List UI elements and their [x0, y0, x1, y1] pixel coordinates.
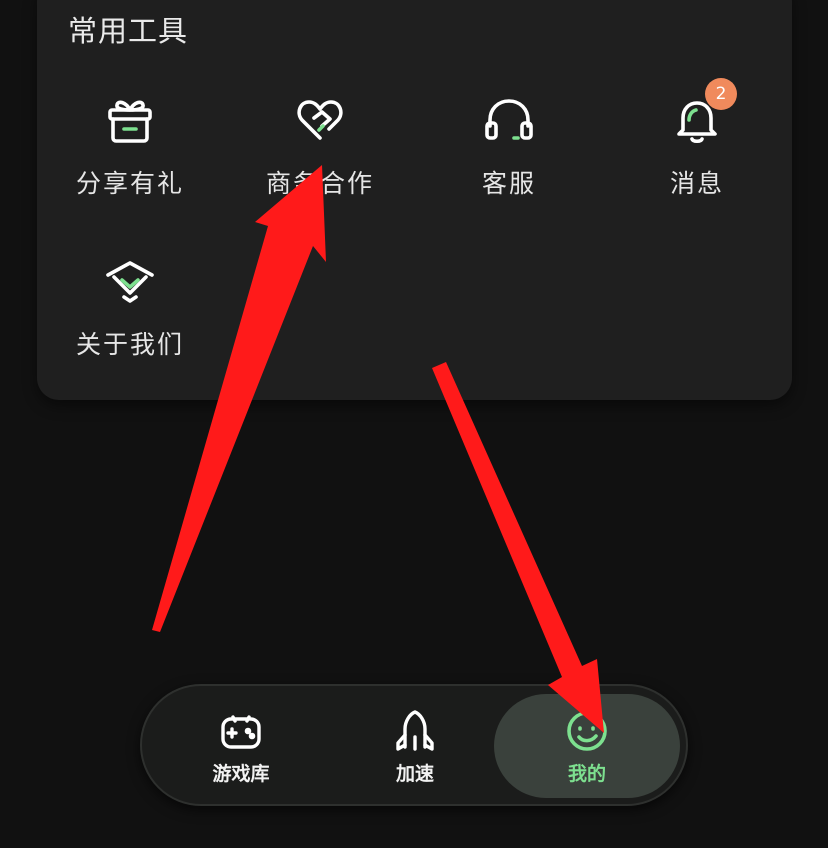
arrow-to-mine-tab: [432, 362, 604, 733]
unread-badge: 2: [705, 78, 737, 110]
tab-label: 游戏库: [212, 762, 270, 785]
headset-icon: [481, 92, 537, 148]
tool-business-cooperation[interactable]: 商务合作: [245, 92, 395, 212]
rocket-icon: [391, 707, 439, 755]
tab-mine[interactable]: 我的: [494, 694, 680, 798]
tool-label: 分享有礼: [75, 169, 184, 198]
gift-icon: [102, 92, 158, 148]
section-title: 常用工具: [68, 14, 189, 48]
smiley-icon: [563, 707, 611, 755]
tab-label: 我的: [567, 762, 606, 785]
about-logo-icon: [102, 253, 158, 309]
tool-about-us[interactable]: 关于我们: [55, 253, 205, 373]
tab-game-library[interactable]: 游戏库: [166, 694, 316, 798]
gamepad-icon: [217, 707, 265, 755]
tab-accelerate[interactable]: 加速: [340, 694, 490, 798]
heart-handshake-icon: [292, 92, 348, 148]
tab-label: 加速: [395, 762, 434, 785]
tool-label: 客服: [481, 169, 536, 198]
tool-share-gift[interactable]: 分享有礼: [55, 92, 205, 212]
bottom-tab-bar: 游戏库 加速 我的: [140, 684, 688, 806]
tool-label: 消息: [669, 169, 724, 198]
tool-messages[interactable]: 2 消息: [622, 78, 772, 212]
bell-icon: 2: [669, 78, 737, 148]
tool-customer-service[interactable]: 客服: [434, 92, 584, 212]
tool-label: 关于我们: [75, 330, 184, 359]
tool-label: 商务合作: [265, 169, 374, 198]
